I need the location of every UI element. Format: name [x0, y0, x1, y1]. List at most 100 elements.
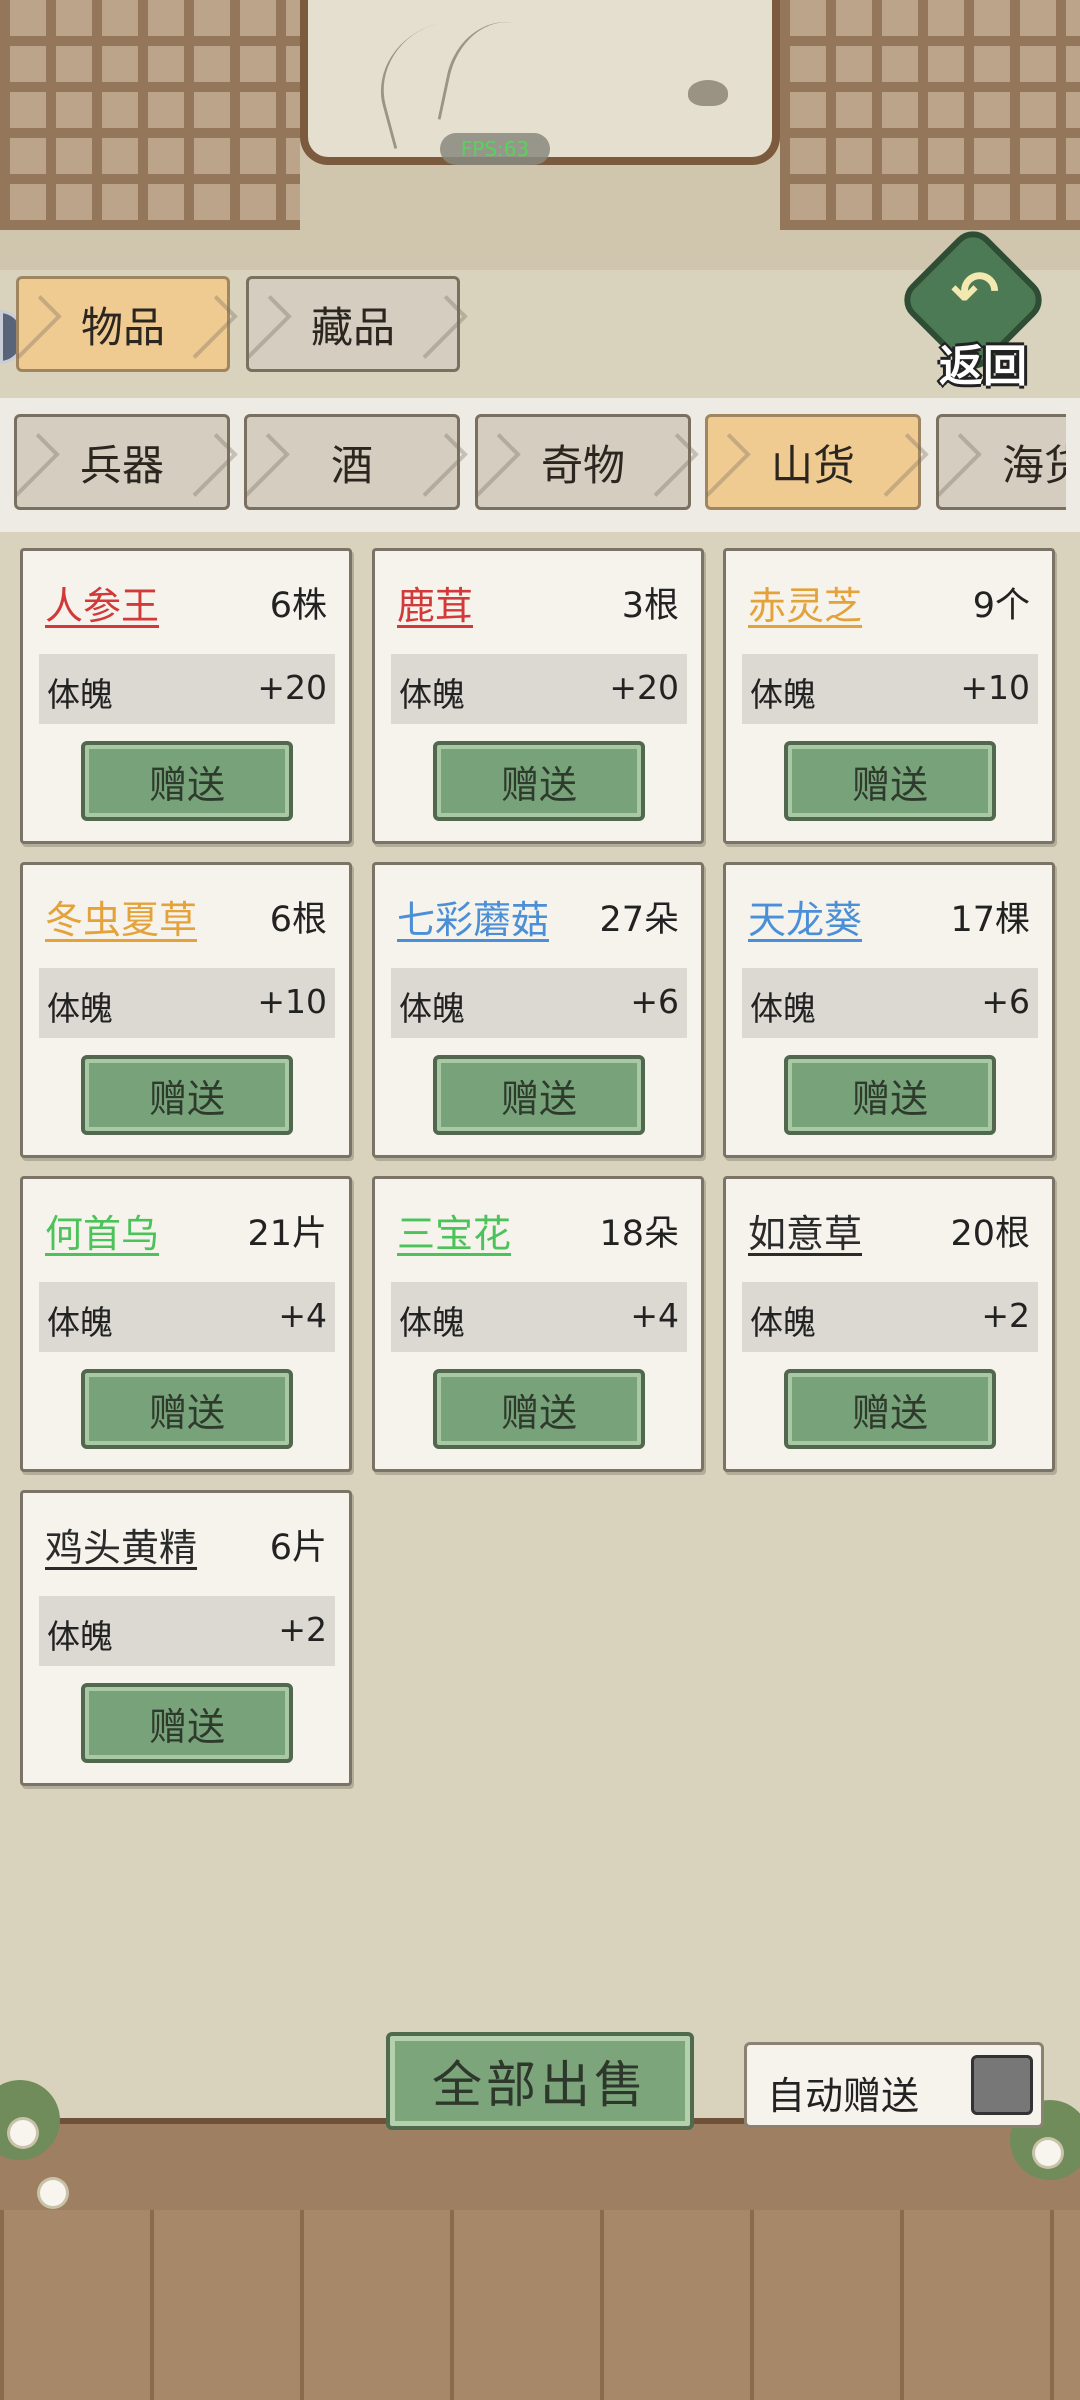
- stat-label: 体魄: [750, 989, 816, 1028]
- stat-row: 体魄 +2: [742, 1282, 1038, 1352]
- item-name[interactable]: 人参王: [45, 575, 159, 630]
- item-name[interactable]: 冬虫夏草: [45, 889, 197, 944]
- tab-label: 山货: [770, 440, 855, 490]
- return-arrow-icon: ↶: [950, 258, 1000, 326]
- item-quantity: 18朵: [599, 1214, 679, 1254]
- blossom-icon: [40, 2180, 66, 2206]
- item-quantity: 6片: [269, 1528, 327, 1568]
- stat-value: +10: [257, 982, 327, 1021]
- stat-row: 体魄 +6: [742, 968, 1038, 1038]
- item-quantity: 27朵: [599, 900, 679, 940]
- stat-label: 体魄: [47, 989, 113, 1028]
- sell-all-button[interactable]: 全部出售: [386, 2032, 694, 2130]
- auto-gift-label: 自动赠送: [767, 2074, 920, 2118]
- auto-gift-panel: 自动赠送: [744, 2042, 1044, 2128]
- item-card: 鸡头黄精 6片体魄 +2 赠送: [20, 1490, 352, 1786]
- stat-value: +20: [257, 668, 327, 707]
- item-name[interactable]: 七彩蘑菇: [397, 889, 549, 944]
- auto-gift-checkbox[interactable]: [971, 2055, 1033, 2115]
- item-name[interactable]: 鸡头黄精: [45, 1517, 197, 1572]
- tab-label: 海货: [1001, 440, 1066, 490]
- item-name[interactable]: 三宝花: [397, 1203, 511, 1258]
- stat-label: 体魄: [399, 989, 465, 1028]
- item-quantity: 20根: [950, 1214, 1030, 1254]
- stat-row: 体魄 +4: [391, 1282, 687, 1352]
- tab-collection[interactable]: 藏品: [246, 276, 460, 372]
- item-card: 鹿茸 3根体魄 +20 赠送: [372, 548, 704, 844]
- tab-label: 奇物: [540, 440, 625, 490]
- item-card: 人参王 6株体魄 +20 赠送: [20, 548, 352, 844]
- window-lattice-left: [0, 0, 300, 230]
- tab-curios[interactable]: 奇物: [475, 414, 691, 510]
- stat-label: 体魄: [47, 675, 113, 714]
- tab-sea-goods[interactable]: 海货: [936, 414, 1066, 510]
- fps-counter: FPS:63: [440, 133, 550, 165]
- tab-label: 酒: [330, 440, 373, 490]
- tab-mountain-goods[interactable]: 山货: [705, 414, 921, 510]
- return-button-label[interactable]: 返回: [918, 330, 1048, 392]
- gift-button[interactable]: 赠送: [784, 741, 996, 821]
- item-quantity: 6株: [269, 586, 327, 626]
- gift-button[interactable]: 赠送: [433, 741, 645, 821]
- gift-button[interactable]: 赠送: [81, 1369, 293, 1449]
- tab-weapons[interactable]: 兵器: [14, 414, 230, 510]
- stat-row: 体魄 +6: [391, 968, 687, 1038]
- blossom-icon: [1035, 2140, 1061, 2166]
- stat-row: 体魄 +10: [39, 968, 335, 1038]
- category-bar: 兵器 酒 奇物 山货 海货: [0, 398, 1080, 532]
- gift-button[interactable]: 赠送: [81, 1055, 293, 1135]
- gift-button[interactable]: 赠送: [81, 741, 293, 821]
- item-name[interactable]: 天龙葵: [748, 889, 862, 944]
- item-card: 三宝花 18朵体魄 +4 赠送: [372, 1176, 704, 1472]
- stat-value: +10: [960, 668, 1030, 707]
- stat-value: +4: [630, 1296, 679, 1335]
- item-card: 如意草 20根体魄 +2 赠送: [723, 1176, 1055, 1472]
- moth-illustration: [688, 80, 728, 106]
- tab-items[interactable]: 物品: [16, 276, 230, 372]
- stat-label: 体魄: [750, 1303, 816, 1342]
- stat-row: 体魄 +20: [39, 654, 335, 724]
- item-card: 七彩蘑菇 27朵体魄 +6 赠送: [372, 862, 704, 1158]
- stat-value: +2: [278, 1610, 327, 1649]
- item-quantity: 21片: [247, 1214, 327, 1254]
- gift-button[interactable]: 赠送: [433, 1055, 645, 1135]
- item-name[interactable]: 赤灵芝: [748, 575, 862, 630]
- item-card: 冬虫夏草 6根体魄 +10 赠送: [20, 862, 352, 1158]
- gift-button[interactable]: 赠送: [784, 1369, 996, 1449]
- gift-button[interactable]: 赠送: [433, 1369, 645, 1449]
- stat-label: 体魄: [399, 675, 465, 714]
- stat-row: 体魄 +2: [39, 1596, 335, 1666]
- item-quantity: 3根: [621, 586, 679, 626]
- stat-row: 体魄 +20: [391, 654, 687, 724]
- item-quantity: 9个: [972, 586, 1030, 626]
- window-lattice-right: [780, 0, 1080, 230]
- stat-label: 体魄: [47, 1617, 113, 1656]
- stat-value: +6: [981, 982, 1030, 1021]
- gift-button[interactable]: 赠送: [784, 1055, 996, 1135]
- gift-button[interactable]: 赠送: [81, 1683, 293, 1763]
- tab-wine[interactable]: 酒: [244, 414, 460, 510]
- counter-top: [0, 2118, 1080, 2210]
- blossom-icon: [10, 2120, 36, 2146]
- item-card: 赤灵芝 9个体魄 +10 赠送: [723, 548, 1055, 844]
- tab-label: 兵器: [79, 440, 164, 490]
- item-quantity: 6根: [269, 900, 327, 940]
- stat-label: 体魄: [399, 1303, 465, 1342]
- stat-row: 体魄 +4: [39, 1282, 335, 1352]
- stat-row: 体魄 +10: [742, 654, 1038, 724]
- item-card: 天龙葵 17棵体魄 +6 赠送: [723, 862, 1055, 1158]
- item-card: 何首乌 21片体魄 +4 赠送: [20, 1176, 352, 1472]
- stat-value: +2: [981, 1296, 1030, 1335]
- item-name[interactable]: 鹿茸: [397, 575, 473, 630]
- tab-label: 藏品: [310, 302, 395, 352]
- stat-label: 体魄: [750, 675, 816, 714]
- item-name[interactable]: 何首乌: [45, 1203, 159, 1258]
- item-quantity: 17棵: [950, 900, 1030, 940]
- stat-value: +4: [278, 1296, 327, 1335]
- tab-clip: 海货: [936, 414, 1066, 510]
- stat-label: 体魄: [47, 1303, 113, 1342]
- stat-value: +20: [609, 668, 679, 707]
- item-name[interactable]: 如意草: [748, 1203, 862, 1258]
- tab-label: 物品: [80, 302, 165, 352]
- stat-value: +6: [630, 982, 679, 1021]
